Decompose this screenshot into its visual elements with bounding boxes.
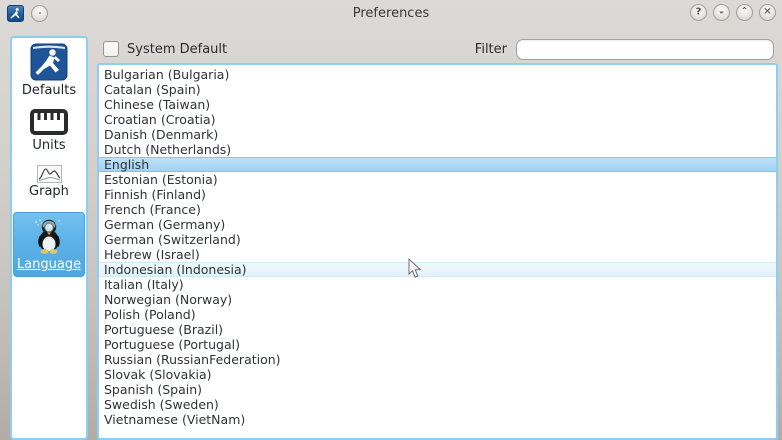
list-item[interactable]: Estonian (Estonia) [99,172,776,187]
sidebar-item-defaults[interactable]: Defaults [14,42,84,98]
preferences-sidebar: Defaults Units Graph [10,36,88,440]
chevron-up-icon: ⌃ [741,8,749,17]
list-item[interactable]: Russian (RussianFederation) [99,352,776,367]
language-list[interactable]: Bulgarian (Bulgaria)Catalan (Spain)Chine… [97,63,778,440]
close-button[interactable]: ✕ [759,4,776,21]
list-item[interactable]: Finnish (Finland) [99,187,776,202]
list-controls: System Default Filter [97,37,778,61]
list-item[interactable]: German (Switzerland) [99,232,776,247]
list-item[interactable]: Indonesian (Indonesia) [99,262,776,277]
diver-icon [30,42,68,82]
list-item[interactable]: Hebrew (Israel) [99,247,776,262]
list-item[interactable]: Italian (Italy) [99,277,776,292]
window-titlebar[interactable]: Preferences ? ⌄ ⌃ ✕ [0,0,782,26]
list-item[interactable]: Bulgarian (Bulgaria) [99,67,776,82]
question-icon: ? [696,7,702,17]
list-item[interactable]: Portuguese (Brazil) [99,322,776,337]
shade-down-button[interactable]: ⌄ [713,4,730,21]
system-default-checkbox[interactable] [103,41,119,57]
list-item[interactable]: Catalan (Spain) [99,82,776,97]
ruler-icon [29,107,69,137]
list-item[interactable]: Chinese (Taiwan) [99,97,776,112]
list-item[interactable]: English [99,157,776,172]
subsurface-app-icon [7,5,24,22]
list-item[interactable]: Polish (Poland) [99,307,776,322]
tux-penguin-icon [29,216,69,256]
list-item[interactable]: Slovak (Slovakia) [99,367,776,382]
list-item[interactable]: Portuguese (Portugal) [99,337,776,352]
sidebar-item-label: Defaults [22,83,76,98]
chevron-down-icon: ⌄ [718,8,726,17]
list-item[interactable]: Dutch (Netherlands) [99,142,776,157]
list-item[interactable]: German (Germany) [99,217,776,232]
diver-glyph [9,7,22,20]
list-item[interactable]: Danish (Denmark) [99,127,776,142]
sidebar-item-label: Graph [29,184,69,199]
pin-button[interactable] [31,5,48,22]
list-item[interactable]: Vietnamese (VietNam) [99,412,776,427]
sidebar-item-units[interactable]: Units [14,107,84,153]
filter-input[interactable] [516,39,774,60]
system-default-label: System Default [127,42,227,57]
list-item[interactable]: Swedish (Sweden) [99,397,776,412]
list-item[interactable]: Spanish (Spain) [99,382,776,397]
graph-profile-icon [37,164,62,183]
list-item[interactable]: French (France) [99,202,776,217]
filter-label: Filter [475,42,507,57]
sidebar-item-language[interactable]: Language [13,212,85,277]
shade-up-button[interactable]: ⌃ [736,4,753,21]
list-item[interactable]: Norwegian (Norway) [99,292,776,307]
help-button[interactable]: ? [690,4,707,21]
sidebar-item-label: Units [32,138,65,153]
list-item[interactable]: Croatian (Croatia) [99,112,776,127]
sidebar-item-graph[interactable]: Graph [14,164,84,199]
close-icon: ✕ [763,7,771,17]
sidebar-item-label: Language [17,257,81,272]
window-title: Preferences [0,0,782,26]
